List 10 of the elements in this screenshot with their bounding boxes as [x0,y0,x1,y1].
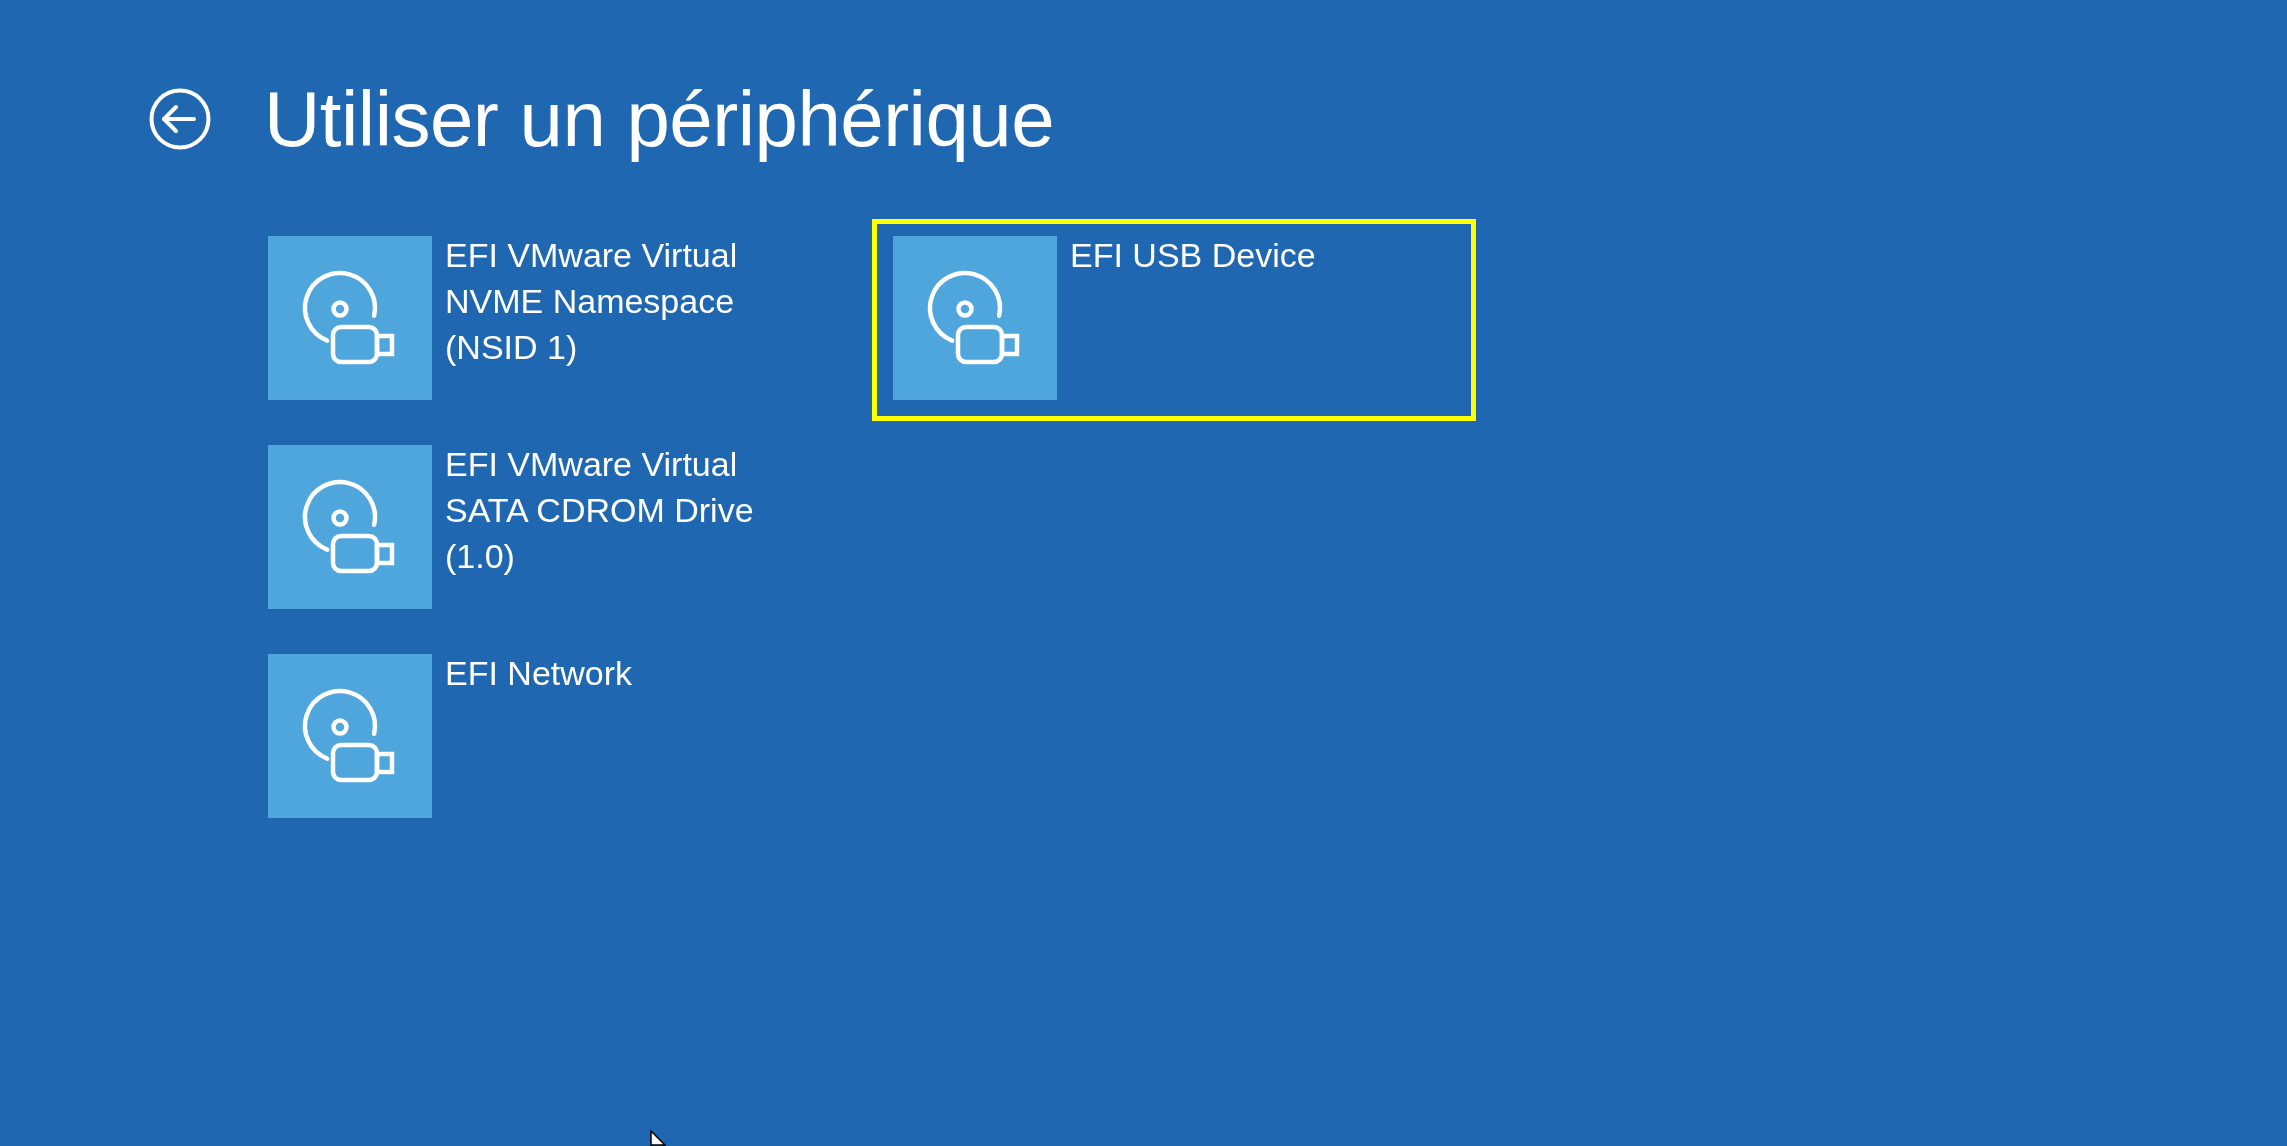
disc-usb-icon [268,236,432,400]
boot-device-option[interactable]: EFI USB Device [872,219,1476,421]
boot-device-option[interactable]: EFI VMware Virtual SATA CDROM Drive (1.0) [247,428,851,630]
mouse-pointer-icon [650,1130,666,1146]
disc-usb-icon [893,236,1057,400]
back-button[interactable] [149,88,211,150]
boot-device-option[interactable]: EFI Network [247,637,851,839]
disc-usb-icon [268,445,432,609]
boot-device-option[interactable]: EFI VMware Virtual NVME Namespace (NSID 1) [247,219,851,421]
disc-usb-icon [268,654,432,818]
